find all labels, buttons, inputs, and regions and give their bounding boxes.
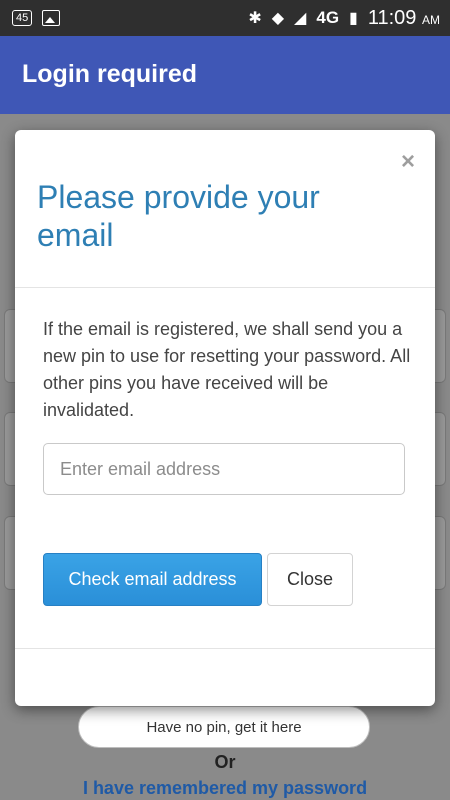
- app-bar: Login required: [0, 36, 450, 114]
- image-notification-icon: [42, 10, 61, 26]
- dialog-title: Please provide your email: [37, 179, 320, 253]
- email-dialog: × Please provide your email If the email…: [15, 130, 435, 706]
- email-input[interactable]: [43, 443, 405, 495]
- or-label: Or: [214, 752, 236, 772]
- dialog-message: If the email is registered, we shall sen…: [43, 319, 411, 420]
- close-button[interactable]: Close: [267, 553, 353, 606]
- page-title: Login required: [22, 60, 197, 88]
- remembered-password-link[interactable]: I have remembered my password: [0, 778, 450, 799]
- clock-time: 11:09: [367, 6, 417, 29]
- wifi-icon: ◆: [271, 10, 285, 27]
- network-type-label: 4G: [316, 8, 340, 27]
- signal-icon: ◢: [294, 10, 307, 27]
- bluetooth-icon: ✱: [248, 10, 262, 27]
- notification-badge: 45: [12, 10, 33, 26]
- close-icon[interactable]: ×: [401, 148, 415, 176]
- get-pin-button[interactable]: Have no pin, get it here: [78, 706, 370, 748]
- footer-divider: [15, 648, 435, 649]
- check-email-button[interactable]: Check email address: [43, 553, 262, 606]
- clock-ampm: AM: [422, 12, 440, 27]
- status-bar: 45 ✱ ◆ ◢ 4G ▮ 11:09 AM: [0, 0, 450, 36]
- battery-icon: ▮: [349, 10, 358, 27]
- header-divider: [15, 287, 435, 288]
- clock: 11:09 AM: [368, 7, 440, 30]
